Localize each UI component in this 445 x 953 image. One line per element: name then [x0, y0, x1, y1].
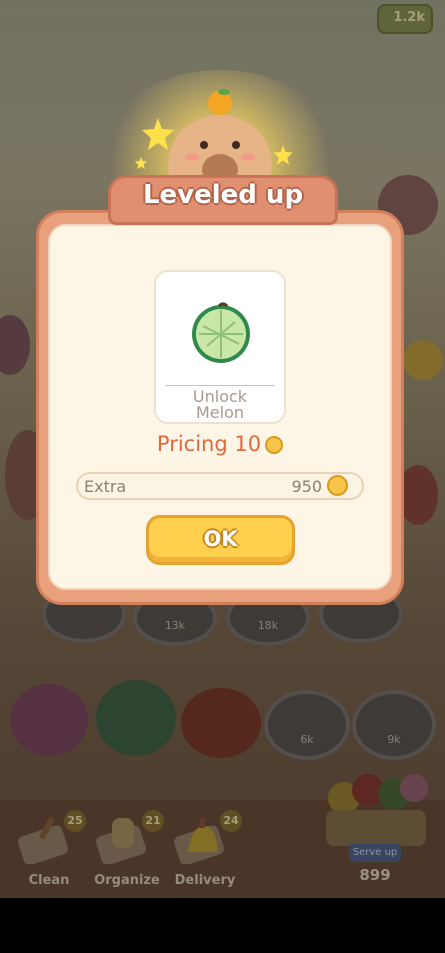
star-icon	[273, 145, 293, 165]
star-icon	[134, 156, 148, 170]
extra-value: 950	[291, 477, 322, 496]
coin-icon	[265, 436, 284, 454]
pricing-text: Pricing 10	[156, 432, 262, 456]
card-divider	[165, 385, 275, 386]
pricing-row: Pricing 10	[120, 432, 320, 456]
melon-icon	[192, 302, 250, 363]
ok-button-label[interactable]: OK	[146, 527, 295, 551]
dialog-title: Leveled up	[142, 180, 304, 210]
extra-label: Extra	[84, 477, 127, 496]
unlock-label: Unlock Melon	[154, 389, 286, 421]
game-screen: 1.2k 13k 18k 6k 9k 25 Clean 21 Organize	[0, 0, 445, 898]
coin-icon	[327, 475, 348, 496]
star-icon	[142, 118, 174, 150]
unlock-label-line2: Melon	[195, 403, 245, 422]
